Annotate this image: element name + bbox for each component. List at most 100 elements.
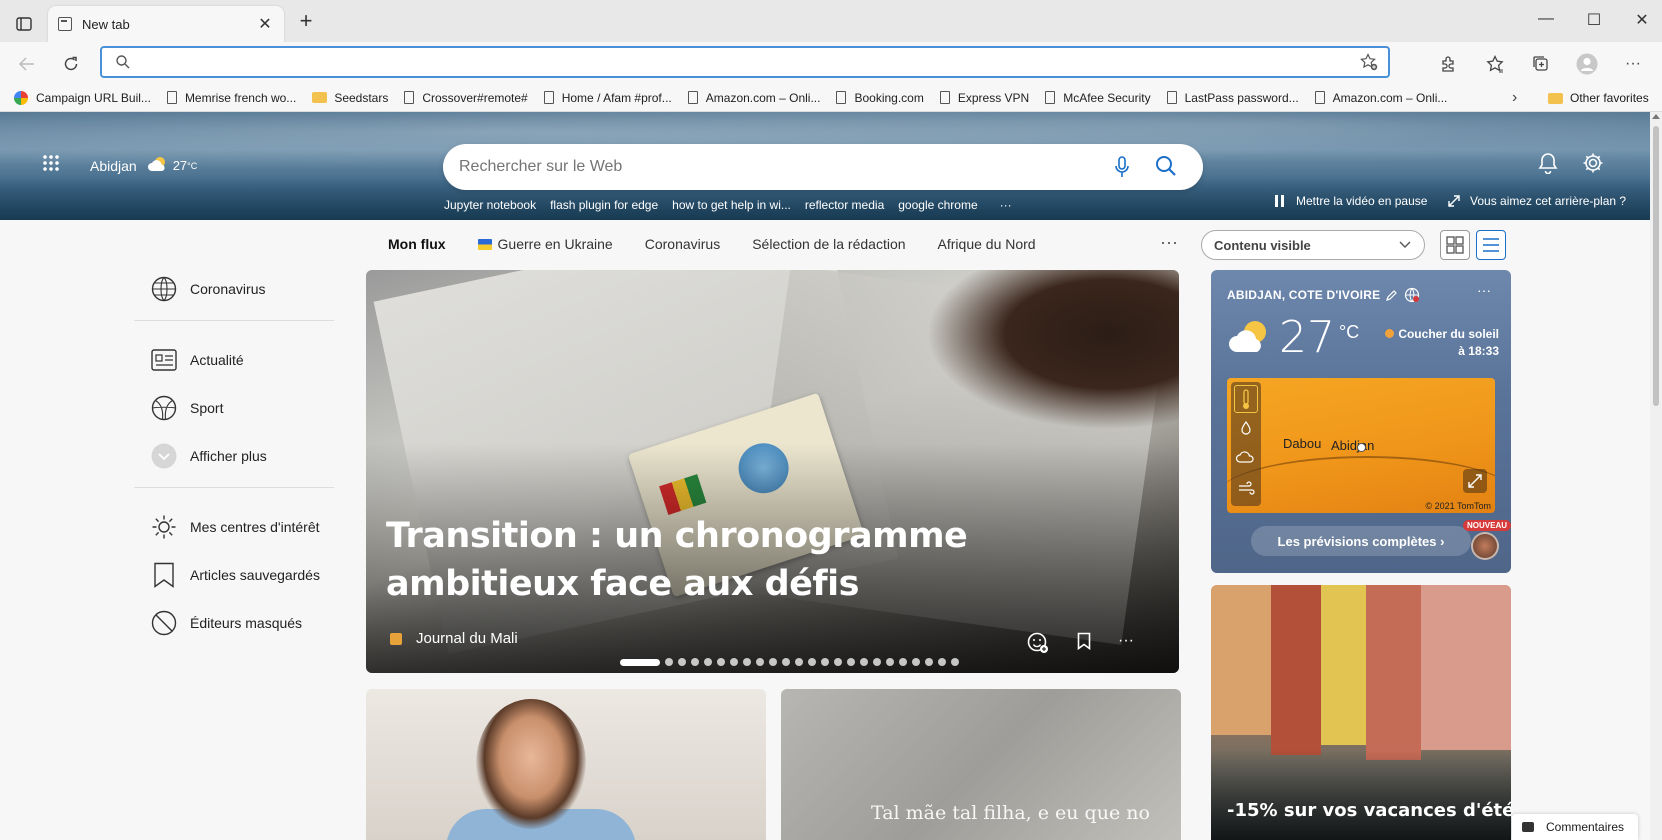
sidebar-item-sport[interactable]: Sport: [134, 391, 334, 425]
map-expand-icon[interactable]: [1463, 469, 1487, 493]
other-favorites[interactable]: Other favorites: [1548, 84, 1649, 112]
scrollbar-thumb[interactable]: [1653, 126, 1659, 406]
carousel-dot[interactable]: [821, 658, 829, 666]
tab-feed[interactable]: Afrique du Nord: [938, 236, 1036, 252]
favorites-icon[interactable]: [1482, 51, 1508, 77]
tab-feed[interactable]: Mon flux: [388, 236, 446, 252]
collections-icon[interactable]: [1528, 51, 1554, 77]
featured-article-card[interactable]: Transition : un chronogramme ambitieux f…: [366, 270, 1179, 673]
carousel-dot[interactable]: [860, 658, 868, 666]
carousel-dot[interactable]: [938, 658, 946, 666]
bookmark-item[interactable]: Campaign URL Buil...: [14, 90, 151, 105]
address-input[interactable]: [142, 52, 1332, 72]
bookmark-item[interactable]: Memrise french wo...: [166, 91, 296, 105]
carousel-dot[interactable]: [756, 658, 764, 666]
carousel-dot[interactable]: [808, 658, 816, 666]
carousel-dot[interactable]: [717, 658, 725, 666]
tab-close-icon[interactable]: ✕: [256, 14, 274, 34]
carousel-dot[interactable]: [782, 658, 790, 666]
location-globe-icon[interactable]: [1404, 287, 1420, 303]
search-suggestion-link[interactable]: how to get help in wi...: [672, 198, 791, 212]
search-icon[interactable]: [1155, 155, 1177, 182]
bookmark-item[interactable]: McAfee Security: [1045, 91, 1151, 105]
promo-title[interactable]: -15% sur vos vacances d'été!: [1227, 800, 1511, 821]
carousel-dot[interactable]: [665, 658, 673, 666]
sidebar-item-globe[interactable]: Coronavirus: [134, 272, 334, 306]
carousel-dot[interactable]: [925, 658, 933, 666]
list-view-button[interactable]: [1476, 230, 1506, 260]
back-button[interactable]: [14, 51, 40, 77]
feedback-button[interactable]: Commentaires: [1512, 814, 1638, 840]
tab-feed[interactable]: Sélection de la rédaction: [752, 236, 905, 252]
carousel-dot[interactable]: [847, 658, 855, 666]
add-favorite-icon[interactable]: [1360, 53, 1378, 76]
search-suggestion-link[interactable]: flash plugin for edge: [550, 198, 658, 212]
bookmark-item[interactable]: Crossover#remote#: [404, 91, 528, 105]
weather-location[interactable]: ABIDJAN, COTE D'IVOIRE: [1227, 287, 1420, 303]
address-bar[interactable]: [100, 46, 1390, 78]
settings-more-icon[interactable]: ···: [1620, 51, 1646, 77]
tab-actions-icon[interactable]: [12, 12, 36, 36]
pause-video-button[interactable]: Mettre la vidéo en pause: [1274, 194, 1427, 208]
extensions-icon[interactable]: [1436, 51, 1462, 77]
close-window-button[interactable]: ✕: [1630, 10, 1654, 32]
sidebar-item-chevron-down[interactable]: Afficher plus: [134, 439, 334, 473]
carousel-dot[interactable]: [795, 658, 803, 666]
page-scrollbar[interactable]: [1650, 112, 1662, 840]
sidebar-item-sun[interactable]: Mes centres d'intérêt: [134, 510, 334, 544]
bookmark-item[interactable]: Amazon.com – Onli...: [1314, 91, 1447, 105]
tab-feed[interactable]: Coronavirus: [645, 236, 720, 252]
minimize-button[interactable]: —: [1534, 10, 1558, 32]
new-tab-button[interactable]: +: [294, 10, 318, 34]
notifications-bell-icon[interactable]: [1538, 152, 1558, 179]
carousel-dot[interactable]: [691, 658, 699, 666]
article-card[interactable]: [366, 689, 766, 840]
avatar[interactable]: [1471, 532, 1499, 560]
carousel-dot[interactable]: [834, 658, 842, 666]
carousel-dot[interactable]: [873, 658, 881, 666]
maximize-button[interactable]: ☐: [1582, 10, 1606, 32]
page-settings-gear-icon[interactable]: [1582, 152, 1604, 179]
carousel-dot[interactable]: [704, 658, 712, 666]
bookmark-item[interactable]: LastPass password...: [1166, 91, 1299, 105]
tab-new-tab[interactable]: New tab ✕: [48, 6, 284, 42]
article-more-icon[interactable]: ···: [1118, 632, 1134, 650]
save-bookmark-icon[interactable]: [1077, 632, 1091, 655]
carousel-dot[interactable]: [769, 658, 777, 666]
carousel-dot[interactable]: [912, 658, 920, 666]
suggestions-more-icon[interactable]: ···: [1000, 198, 1012, 212]
bookmark-item[interactable]: Home / Afam #prof...: [543, 91, 672, 105]
weather-card[interactable]: ABIDJAN, COTE D'IVOIRE ··· 27 °C Coucher…: [1211, 270, 1511, 573]
visible-content-select[interactable]: Contenu visible: [1201, 230, 1425, 260]
like-background-button[interactable]: Vous aimez cet arrière-plan ?: [1448, 194, 1626, 208]
web-search-input[interactable]: [459, 156, 1079, 178]
weather-more-icon[interactable]: ···: [1477, 282, 1491, 298]
search-suggestion-link[interactable]: reflector media: [805, 198, 884, 212]
promo-card[interactable]: -15% sur vos vacances d'été!: [1211, 585, 1511, 840]
profile-avatar[interactable]: [1574, 51, 1600, 77]
web-search-box[interactable]: [443, 144, 1203, 190]
refresh-button[interactable]: [58, 51, 84, 77]
app-launcher-icon[interactable]: [42, 154, 60, 172]
full-forecast-button[interactable]: Les prévisions complètes ›: [1251, 526, 1471, 556]
search-suggestion-link[interactable]: google chrome: [898, 198, 977, 212]
search-suggestion-link[interactable]: Jupyter notebook: [444, 198, 536, 212]
bookmark-item[interactable]: Express VPN: [939, 91, 1029, 105]
carousel-dot[interactable]: [730, 658, 738, 666]
bookmark-item[interactable]: Amazon.com – Onli...: [687, 91, 820, 105]
article-source[interactable]: Journal du Mali: [390, 630, 518, 647]
carousel-dot[interactable]: [620, 658, 660, 666]
grid-view-button[interactable]: [1440, 230, 1470, 260]
weather-unit[interactable]: °C: [1339, 322, 1359, 343]
sidebar-item-bookmark[interactable]: Articles sauvegardés: [134, 558, 334, 592]
carousel-dot[interactable]: [678, 658, 686, 666]
header-weather[interactable]: Abidjan 27 °C: [90, 156, 197, 175]
weather-map[interactable]: Dabou Abidjan © 2021 TomTom: [1227, 378, 1495, 513]
bookmarks-overflow-icon[interactable]: ›: [1512, 84, 1517, 112]
edit-pencil-icon[interactable]: [1386, 289, 1398, 301]
bookmark-item[interactable]: Seedstars: [312, 91, 388, 105]
microphone-icon[interactable]: [1115, 156, 1129, 183]
sidebar-item-news[interactable]: Actualité: [134, 343, 334, 377]
feed-tabs-more-icon[interactable]: ···: [1160, 232, 1178, 253]
react-emoji-icon[interactable]: [1027, 632, 1049, 659]
